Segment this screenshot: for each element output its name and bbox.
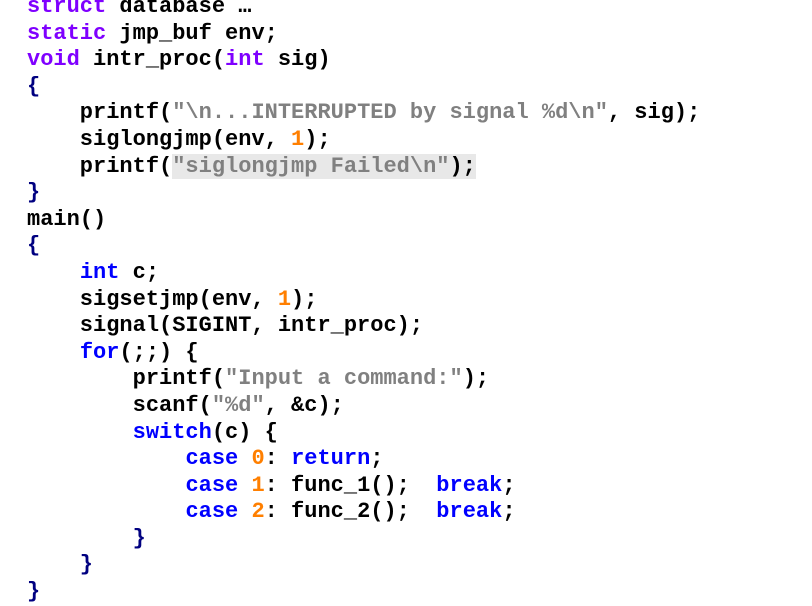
code-line: sigsetjmp(env, 1); bbox=[27, 287, 700, 314]
string-literal: "Input a command:" bbox=[225, 366, 463, 392]
keyword: case bbox=[185, 499, 239, 525]
code-text: : func_1(); bbox=[264, 472, 437, 498]
code-line: struct database … bbox=[27, 0, 700, 21]
string-literal-highlighted: "siglongjmp Failed\n" bbox=[172, 153, 450, 179]
code-text: ; bbox=[370, 446, 384, 472]
code-text: scanf( bbox=[27, 392, 212, 418]
keyword: return bbox=[291, 446, 371, 472]
keyword: for bbox=[79, 339, 120, 365]
code-line: switch(c) { bbox=[27, 420, 700, 447]
code-line: printf("siglongjmp Failed\n"); bbox=[27, 153, 700, 181]
keyword: void bbox=[27, 47, 80, 73]
keyword: switch bbox=[132, 419, 212, 445]
number: 1 bbox=[251, 472, 265, 498]
code-text: ); bbox=[304, 126, 331, 152]
code-line: case 2: func_2(); break; bbox=[27, 499, 700, 526]
code-text: ); bbox=[291, 286, 318, 312]
number: 2 bbox=[251, 499, 265, 525]
code-line: int c; bbox=[27, 260, 700, 287]
string-literal: "\n...INTERRUPTED by signal %d\n" bbox=[172, 100, 608, 126]
keyword: break bbox=[436, 499, 503, 525]
code-line: case 1: func_1(); break; bbox=[27, 473, 700, 500]
code-line: main() bbox=[27, 207, 700, 234]
code-text: printf( bbox=[27, 366, 226, 392]
code-line: scanf("%d", &c); bbox=[27, 393, 700, 420]
code-text: siglongjmp(env, bbox=[27, 126, 292, 152]
code-line: } bbox=[27, 552, 700, 579]
code-line: } bbox=[27, 526, 700, 553]
code-text: printf( bbox=[27, 153, 173, 179]
brace: { bbox=[27, 233, 41, 259]
brace: { bbox=[27, 73, 41, 99]
code-text: : func_2(); bbox=[264, 499, 437, 525]
brace: } bbox=[27, 180, 41, 206]
brace: } bbox=[27, 525, 146, 551]
code-editor: struct database … static jmp_buf env; vo… bbox=[27, 0, 700, 606]
code-text: ; bbox=[502, 472, 516, 498]
code-text: (;;) { bbox=[119, 339, 199, 365]
code-text: main() bbox=[27, 206, 107, 232]
code-text: signal(SIGINT, intr_proc); bbox=[27, 313, 424, 339]
code-text: , &c); bbox=[264, 392, 344, 418]
brace: } bbox=[27, 552, 94, 578]
code-text: database … bbox=[106, 0, 252, 19]
code-line: siglongjmp(env, 1); bbox=[27, 127, 700, 154]
code-text: ); bbox=[462, 366, 490, 392]
code-text: intr_proc( bbox=[79, 47, 226, 73]
keyword: static bbox=[27, 20, 107, 46]
code-line: signal(SIGINT, intr_proc); bbox=[27, 313, 700, 340]
code-text: jmp_buf env; bbox=[106, 20, 278, 46]
code-text: sig) bbox=[264, 47, 331, 73]
keyword: break bbox=[436, 472, 503, 498]
keyword: case bbox=[185, 446, 239, 472]
code-text: : bbox=[264, 446, 292, 472]
code-line: printf("Input a command:"); bbox=[27, 366, 700, 393]
code-text: printf( bbox=[27, 100, 173, 126]
code-line: void intr_proc(int sig) bbox=[27, 47, 700, 74]
keyword: int bbox=[79, 259, 120, 285]
code-text: c; bbox=[119, 259, 160, 285]
code-text: , sig); bbox=[607, 100, 701, 126]
keyword: int bbox=[225, 47, 265, 73]
brace: } bbox=[27, 579, 41, 605]
code-line: { bbox=[27, 233, 700, 260]
code-line: { bbox=[27, 74, 700, 101]
number: 1 bbox=[291, 126, 305, 152]
keyword: case bbox=[185, 472, 239, 498]
code-text: sigsetjmp(env, bbox=[27, 286, 278, 312]
code-line: for(;;) { bbox=[27, 340, 700, 367]
code-text: ); bbox=[449, 153, 476, 179]
code-text: (c) { bbox=[211, 419, 278, 445]
string-literal: "%d" bbox=[211, 392, 265, 418]
code-line: printf("\n...INTERRUPTED by signal %d\n"… bbox=[27, 100, 701, 127]
code-line: } bbox=[27, 180, 700, 207]
code-line: static jmp_buf env; bbox=[27, 21, 700, 48]
code-text: ; bbox=[502, 499, 516, 525]
keyword: struct bbox=[27, 0, 107, 19]
number: 1 bbox=[277, 286, 292, 312]
number: 0 bbox=[251, 446, 265, 472]
code-line: case 0: return; bbox=[27, 446, 700, 473]
